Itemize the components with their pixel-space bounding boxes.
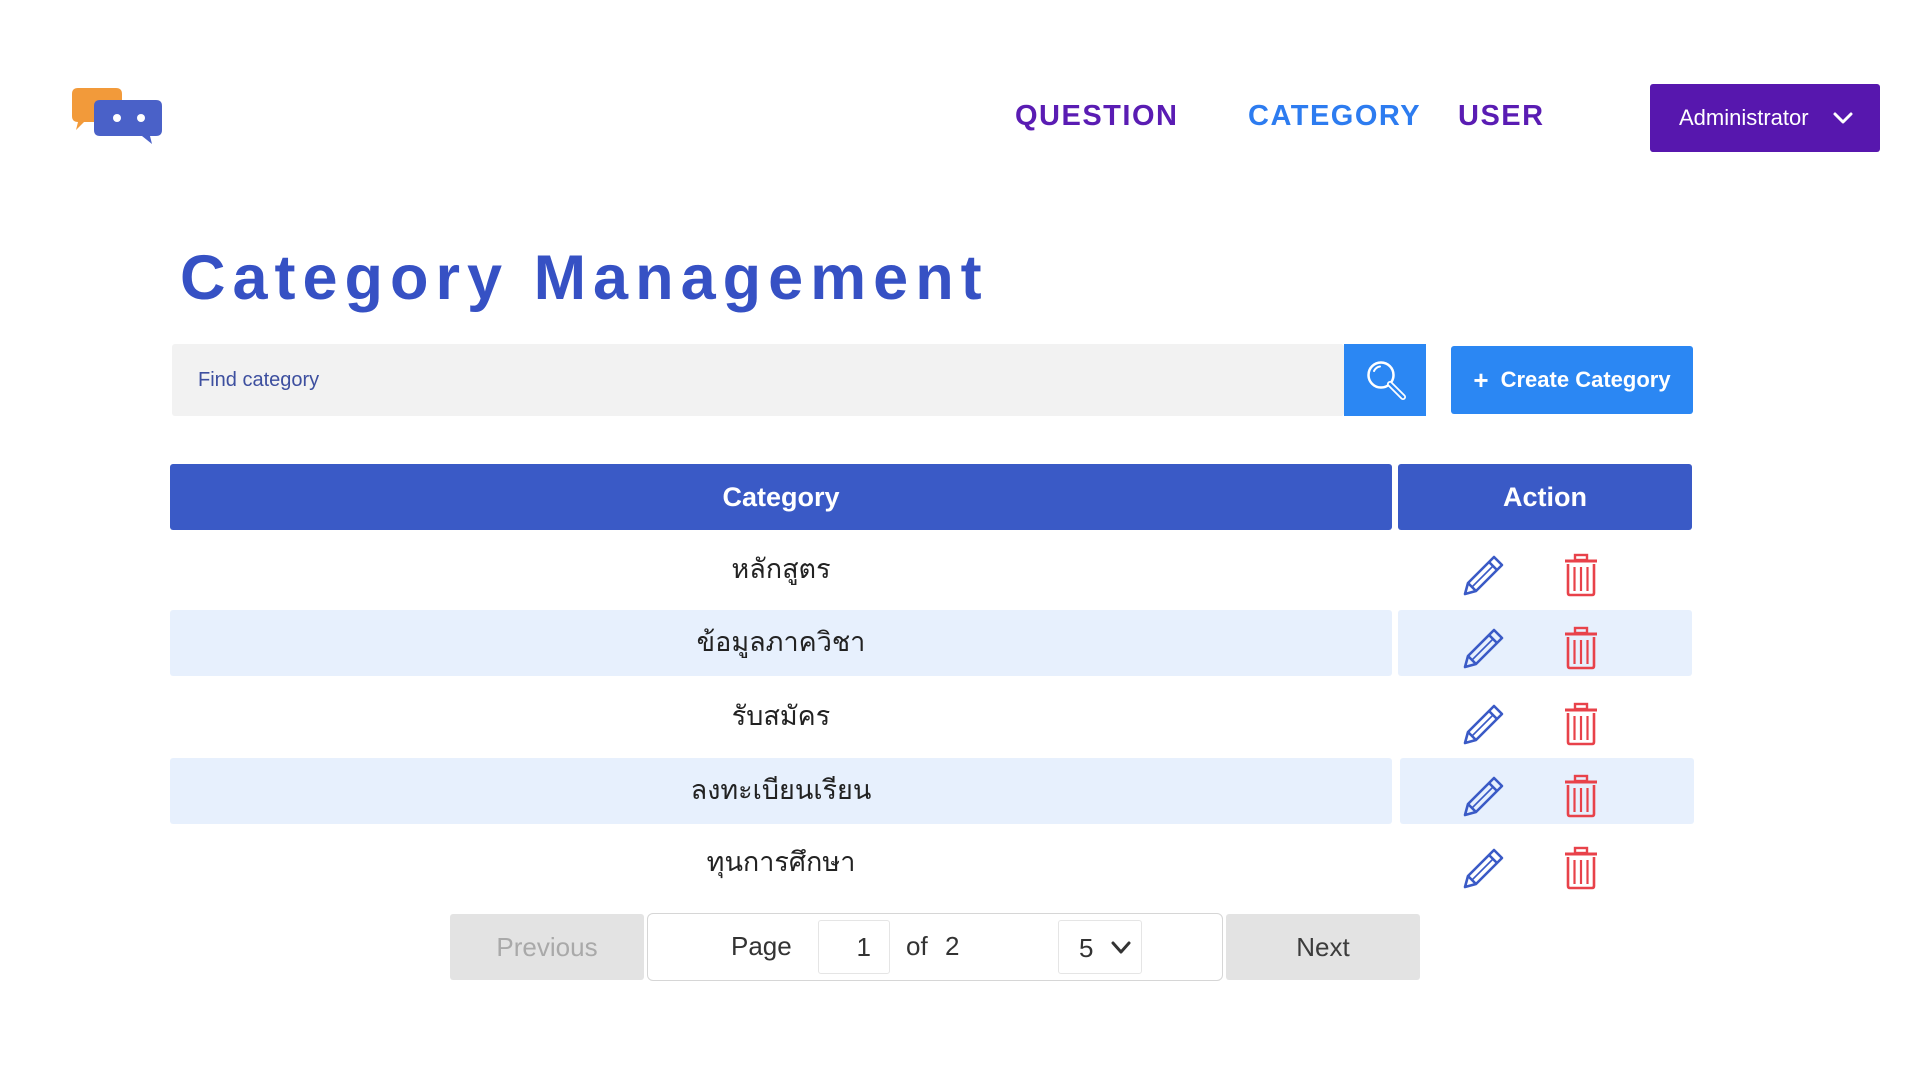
pagination-controls: Page 1 of 2 5 (647, 913, 1223, 981)
create-category-label: Create Category (1500, 367, 1671, 392)
nav-user[interactable]: USER (1458, 96, 1545, 136)
trash-icon[interactable] (1554, 621, 1608, 675)
category-cell: ข้อมูลภาควิชา (696, 627, 866, 658)
pencil-icon[interactable] (1457, 621, 1511, 675)
page-number-input[interactable]: 1 (818, 920, 890, 974)
pencil-icon[interactable] (1457, 841, 1511, 895)
search-icon (1367, 361, 1406, 400)
nav-question[interactable]: QUESTION (1015, 96, 1178, 136)
row-stripe (1398, 610, 1692, 676)
search-input[interactable] (172, 344, 1342, 416)
column-header-category: Category (170, 464, 1392, 530)
pencil-icon[interactable] (1457, 697, 1511, 751)
user-menu-button[interactable]: Administrator (1650, 84, 1880, 152)
pencil-icon[interactable] (1457, 548, 1511, 602)
of-label: of (906, 931, 928, 961)
trash-icon[interactable] (1554, 841, 1608, 895)
page-size-value: 5 (1079, 933, 1094, 963)
category-cell: ทุนการศึกษา (706, 847, 856, 878)
category-cell: หลักสูตร (731, 554, 831, 585)
plus-icon: + (1473, 364, 1489, 395)
chat-bubbles-logo-icon (72, 88, 162, 144)
app-logo[interactable] (70, 86, 165, 146)
pencil-icon[interactable] (1457, 769, 1511, 823)
previous-button[interactable]: Previous (450, 914, 644, 980)
search-button[interactable] (1344, 344, 1426, 416)
next-button[interactable]: Next (1226, 914, 1420, 980)
chevron-down-icon (1111, 941, 1131, 954)
row-stripe (1400, 758, 1694, 824)
trash-icon[interactable] (1554, 697, 1608, 751)
page-label: Page (731, 931, 792, 961)
create-category-button[interactable]: + Create Category (1451, 346, 1693, 414)
nav-category[interactable]: CATEGORY (1248, 96, 1421, 136)
chevron-down-icon (1833, 112, 1853, 124)
trash-icon[interactable] (1554, 769, 1608, 823)
category-cell: ลงทะเบียนเรียน (690, 775, 872, 806)
category-cell: รับสมัคร (731, 701, 831, 732)
search-box (172, 344, 1344, 416)
page-size-select[interactable]: 5 (1058, 920, 1142, 974)
trash-icon[interactable] (1554, 548, 1608, 602)
page-title: Category Management (180, 243, 989, 313)
user-menu-label: Administrator (1679, 105, 1809, 130)
column-header-action: Action (1398, 464, 1692, 530)
total-pages: 2 (945, 931, 960, 961)
